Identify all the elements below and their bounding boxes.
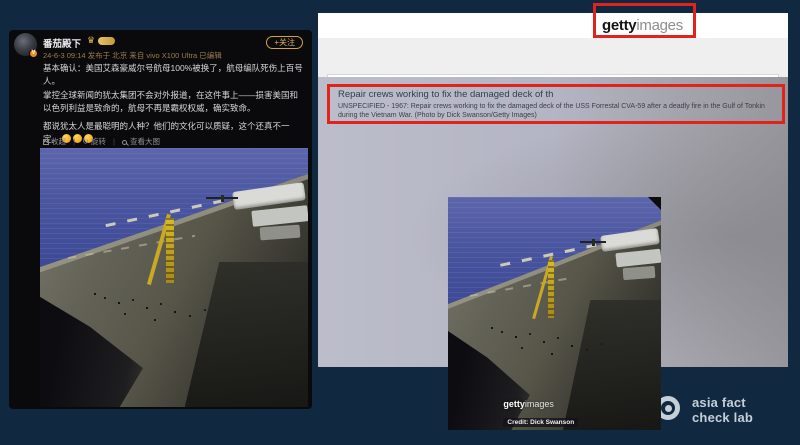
search-band — [318, 38, 788, 77]
vip-crown-icon: ♛ — [87, 35, 95, 46]
rotate-icon: ↻ — [82, 137, 89, 146]
post-photo-aircraft-carrier[interactable] — [40, 148, 308, 407]
follow-button[interactable]: +关注 — [266, 36, 303, 49]
rotate-image-button[interactable]: ↻旋转 — [82, 137, 106, 146]
parked-aircraft — [622, 266, 655, 280]
toolbar-divider: | — [113, 137, 115, 146]
getty-photo-aircraft-carrier: gettyimages Credit: Dick Swanson — [448, 197, 661, 430]
parked-aircraft — [259, 224, 300, 240]
image-toolbar: 收起 | ↻旋转 | 查看大图 — [43, 136, 160, 147]
asia-fact-check-lab-logo: asia fact check lab — [652, 390, 792, 434]
crew-figures — [491, 327, 493, 329]
username[interactable]: 番茄殿下 — [43, 36, 81, 50]
collapse-icon — [43, 139, 49, 145]
vip-level-badge — [98, 37, 115, 45]
post-meta: 24-6-3 09:14 发布于 北京 来自 vivo X100 Ultra 已… — [43, 50, 222, 61]
crane — [166, 218, 174, 283]
getty-images-page: gettyimages Repair crews working to fix … — [318, 13, 788, 367]
getty-image-detail-area: Repair crews working to fix the damaged … — [318, 77, 788, 367]
magnifier-icon — [122, 140, 127, 145]
photo-corner-shadow — [648, 197, 661, 210]
photo-credit: Credit: Dick Swanson — [503, 418, 578, 427]
logo-line: asia fact — [692, 395, 753, 410]
magnifier-dot-icon — [665, 405, 672, 412]
post-paragraph: 基本确认：美国艾森豪威尔号航母100%被换了，航母编队死伤上百号人。 — [43, 62, 306, 88]
logo-line: check lab — [692, 410, 753, 425]
image-caption: UNSPECIFIED - 1967: Repair crews working… — [338, 102, 774, 120]
view-large-image-button[interactable]: 查看大图 — [122, 137, 160, 146]
crew-figures — [94, 293, 96, 295]
gettyimages-logo[interactable]: gettyimages — [602, 17, 683, 34]
logo-text: asia fact check lab — [692, 395, 753, 425]
crane — [548, 260, 554, 318]
weibo-post-panel: V 番茄殿下 ♛ +关注 24-6-3 09:14 发布于 北京 来自 vivo… — [9, 30, 312, 409]
helicopter — [206, 197, 238, 199]
image-title: Repair crews working to fix the damaged … — [338, 89, 774, 100]
verified-badge-icon: V — [29, 49, 38, 58]
getty-watermark: gettyimages — [503, 399, 554, 409]
collapse-image-button[interactable]: 收起 — [43, 137, 66, 146]
helicopter — [580, 241, 606, 243]
red-annotation-box-caption: Repair crews working to fix the damaged … — [327, 84, 785, 124]
toolbar-divider: | — [73, 137, 75, 146]
post-paragraph: 掌控全球新闻的犹太集团不会对外报道，在这件事上——损害美国和以色列利益是致命的，… — [43, 89, 306, 115]
